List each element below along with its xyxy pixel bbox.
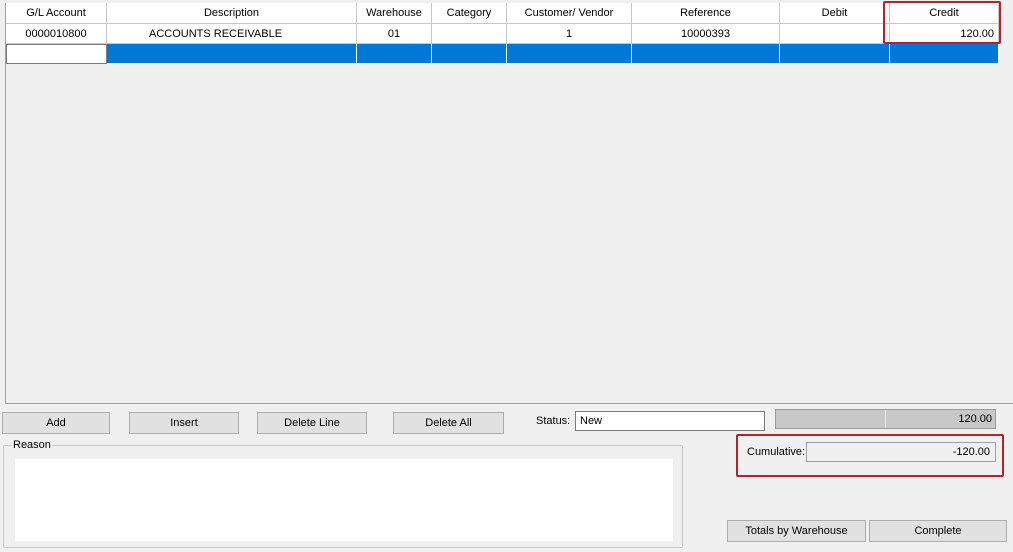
complete-button[interactable]: Complete	[869, 520, 1007, 542]
reason-textarea[interactable]	[15, 459, 673, 541]
column-header-debit[interactable]: Debit	[780, 3, 890, 24]
new-cell-description[interactable]	[107, 44, 357, 64]
column-header-credit[interactable]: Credit	[890, 3, 999, 24]
journal-grid[interactable]: G/L Account Description Warehouse Catego…	[5, 3, 1013, 404]
cumulative-value: -120.00	[806, 442, 996, 462]
cell-reference[interactable]: 10000393	[632, 24, 780, 44]
status-label: Status:	[536, 415, 571, 427]
column-header-warehouse[interactable]: Warehouse	[357, 3, 432, 24]
reason-label: Reason	[12, 439, 52, 451]
reason-group: Reason	[3, 439, 683, 548]
table-row[interactable]: 0000010800 ACCOUNTS RECEIVABLE 01 1 1000…	[6, 24, 999, 44]
cell-warehouse[interactable]: 01	[357, 24, 432, 44]
totals-bar: 120.00	[775, 409, 996, 429]
column-header-gl-account[interactable]: G/L Account	[6, 3, 107, 24]
cell-description[interactable]: ACCOUNTS RECEIVABLE	[107, 24, 357, 44]
cumulative-label: Cumulative:	[747, 446, 806, 458]
grid-header-row: G/L Account Description Warehouse Catego…	[6, 3, 999, 24]
new-gl-account-input[interactable]	[6, 44, 107, 64]
cell-gl-account[interactable]: 0000010800	[6, 24, 107, 44]
totals-by-warehouse-button[interactable]: Totals by Warehouse	[727, 520, 866, 542]
delete-all-button[interactable]: Delete All	[393, 412, 504, 434]
new-cell-category[interactable]	[432, 44, 507, 64]
status-field[interactable]: New	[575, 411, 765, 431]
debit-total	[776, 410, 886, 428]
new-entry-row[interactable]	[6, 44, 999, 64]
add-button[interactable]: Add	[2, 412, 110, 434]
credit-total: 120.00	[886, 410, 995, 428]
new-cell-credit[interactable]	[890, 44, 999, 64]
insert-button[interactable]: Insert	[129, 412, 239, 434]
column-header-description[interactable]: Description	[107, 3, 357, 24]
new-cell-reference[interactable]	[632, 44, 780, 64]
cell-debit[interactable]	[780, 24, 890, 44]
new-cell-debit[interactable]	[780, 44, 890, 64]
cell-credit[interactable]: 120.00	[890, 24, 999, 44]
delete-line-button[interactable]: Delete Line	[257, 412, 367, 434]
column-header-customer-vendor[interactable]: Customer/ Vendor	[507, 3, 632, 24]
column-header-category[interactable]: Category	[432, 3, 507, 24]
new-cell-warehouse[interactable]	[357, 44, 432, 64]
cell-category[interactable]	[432, 24, 507, 44]
new-cell-customer-vendor[interactable]	[507, 44, 632, 64]
column-header-reference[interactable]: Reference	[632, 3, 780, 24]
cell-customer-vendor[interactable]: 1	[507, 24, 632, 44]
